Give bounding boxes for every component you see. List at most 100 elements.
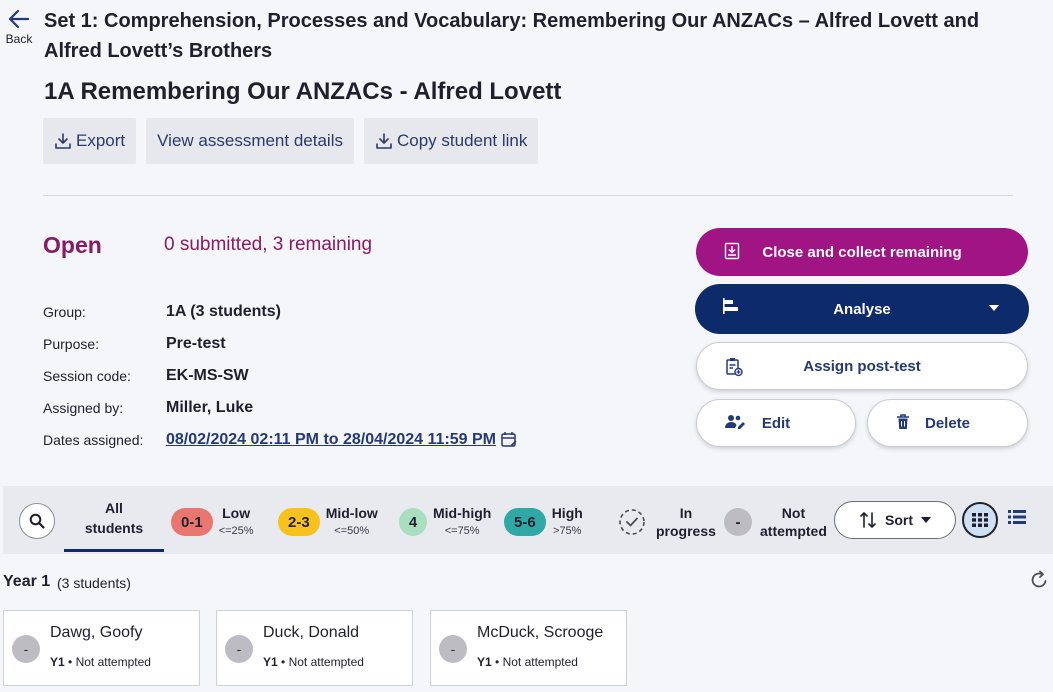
band-text: High >75%	[552, 504, 583, 540]
copy-student-link-button[interactable]: Copy student link	[363, 118, 539, 164]
analysis-bars-icon	[723, 298, 738, 314]
view-assessment-details-button[interactable]: View assessment details	[146, 118, 354, 164]
grid-view-button[interactable]	[962, 502, 998, 538]
band-name: High	[551, 505, 583, 521]
student-name: McDuck, Scrooge	[477, 624, 604, 641]
band-name: Mid-low	[325, 505, 378, 521]
export-button[interactable]: Export	[43, 118, 137, 164]
student-meta: Y1 • Not attempted	[477, 655, 578, 669]
band-pill: 0-1	[171, 508, 213, 536]
search-button[interactable]	[19, 503, 55, 539]
filter-band-mid-high[interactable]: 4 Mid-high <=75%	[399, 504, 491, 540]
student-meta: Y1 • Not attempted	[263, 655, 364, 669]
detail-label: Purpose:	[43, 336, 100, 352]
year-group-count: (3 students)	[57, 575, 131, 591]
filter-band-low[interactable]: 0-1 Low <=25%	[171, 504, 254, 540]
tab-all-students[interactable]: All students	[64, 498, 164, 552]
detail-value: Miller, Luke	[166, 399, 254, 416]
year-group-title: Year 1	[3, 573, 51, 590]
dates-assigned-link[interactable]: 08/02/2024 02:11 PM to 28/04/2024 11:59 …	[166, 431, 518, 449]
inbox-download-icon	[724, 242, 740, 260]
detail-row-group: Group: 1A (3 students)	[43, 296, 518, 328]
assign-post-test-label: Assign post-test	[803, 357, 921, 375]
detail-row-session-code: Session code: EK-MS-SW	[43, 360, 518, 392]
student-card[interactable]: - McDuck, Scrooge Y1 • Not attempted	[430, 610, 627, 686]
close-and-collect-button[interactable]: Close and collect remaining	[696, 228, 1028, 276]
filter-not-attempted[interactable]: - Not attempted	[724, 504, 827, 540]
download-icon	[376, 133, 392, 149]
grid-icon	[972, 513, 988, 527]
refresh-button[interactable]	[1029, 570, 1049, 595]
not-attempted-line1: Not	[781, 505, 806, 521]
student-name: Dawg, Goofy	[50, 624, 143, 641]
student-name: Duck, Donald	[263, 624, 360, 641]
tab-all-line2: students	[84, 520, 144, 536]
detail-row-dates: Dates assigned: 08/02/2024 02:11 PM to 2…	[43, 424, 518, 456]
calendar-edit-icon	[501, 432, 517, 447]
analyse-label: Analyse	[833, 300, 891, 318]
band-name: Mid-high	[433, 505, 492, 521]
view-details-label: View assessment details	[157, 131, 343, 150]
filter-in-progress[interactable]: In progress	[618, 504, 716, 540]
avatar: -	[439, 635, 467, 663]
trash-icon	[897, 414, 909, 429]
band-pill: -	[724, 508, 752, 536]
back-button[interactable]: Back	[2, 8, 36, 46]
band-text: Mid-high <=75%	[433, 504, 491, 540]
detail-row-purpose: Purpose: Pre-test	[43, 328, 518, 360]
chevron-down-icon	[989, 305, 999, 311]
student-meta: Y1 • Not attempted	[50, 655, 151, 669]
student-status: Not attempted	[502, 655, 578, 669]
student-card[interactable]: - Duck, Donald Y1 • Not attempted	[216, 610, 413, 686]
search-icon	[29, 513, 45, 529]
download-icon	[55, 133, 71, 149]
in-progress-line2: progress	[656, 523, 716, 539]
band-text: Low <=25%	[219, 504, 254, 540]
in-progress-line1: In	[679, 505, 693, 521]
band-name: Low	[222, 505, 251, 521]
student-year: Y1	[477, 655, 492, 669]
clipboard-add-icon	[726, 358, 743, 377]
delete-button[interactable]: Delete	[867, 399, 1028, 447]
detail-row-assigned-by: Assigned by: Miller, Luke	[43, 392, 518, 424]
submission-summary: 0 submitted, 3 remaining	[164, 234, 373, 255]
detail-label: Dates assigned:	[43, 432, 144, 448]
analyse-button[interactable]: Analyse	[695, 284, 1029, 334]
users-edit-icon	[725, 415, 745, 429]
assign-post-test-button[interactable]: Assign post-test	[696, 342, 1028, 390]
arrow-left-icon	[8, 9, 30, 29]
sort-button[interactable]: Sort	[834, 501, 956, 539]
band-text: Not attempted	[760, 504, 827, 540]
chevron-down-icon	[921, 517, 931, 523]
avatar: -	[225, 635, 253, 663]
refresh-icon	[1031, 570, 1047, 588]
list-view-button[interactable]	[1008, 510, 1026, 529]
band-text: In progress	[656, 504, 716, 540]
band-threshold: <=50%	[334, 525, 370, 537]
list-icon	[1008, 510, 1026, 524]
student-card[interactable]: - Dawg, Goofy Y1 • Not attempted	[3, 610, 200, 686]
student-status: Not attempted	[75, 655, 151, 669]
copy-link-label: Copy student link	[396, 131, 528, 150]
close-collect-label: Close and collect remaining	[762, 243, 962, 261]
sort-label: Sort	[885, 512, 913, 528]
filter-band-high[interactable]: 5-6 High >75%	[504, 504, 583, 540]
detail-value: 1A (3 students)	[166, 303, 281, 320]
student-year: Y1	[50, 655, 65, 669]
detail-label: Group:	[43, 304, 86, 320]
edit-button[interactable]: Edit	[696, 399, 856, 447]
export-label: Export	[76, 131, 126, 150]
student-year: Y1	[263, 655, 278, 669]
edit-label: Edit	[761, 414, 791, 432]
page-title: 1A Remembering Our ANZACs - Alfred Lovet…	[44, 78, 562, 105]
delete-label: Delete	[924, 414, 971, 432]
band-pill: 4	[399, 508, 427, 536]
band-pill: 2-3	[278, 508, 320, 536]
filter-band-mid-low[interactable]: 2-3 Mid-low <=50%	[278, 504, 378, 540]
tab-all-line1: All	[105, 500, 123, 516]
band-threshold: >75%	[553, 525, 582, 537]
detail-label: Assigned by:	[43, 400, 124, 416]
toolbar: Export View assessment details Copy stud…	[43, 118, 539, 164]
detail-label: Session code:	[43, 368, 131, 384]
in-progress-icon	[619, 509, 645, 535]
